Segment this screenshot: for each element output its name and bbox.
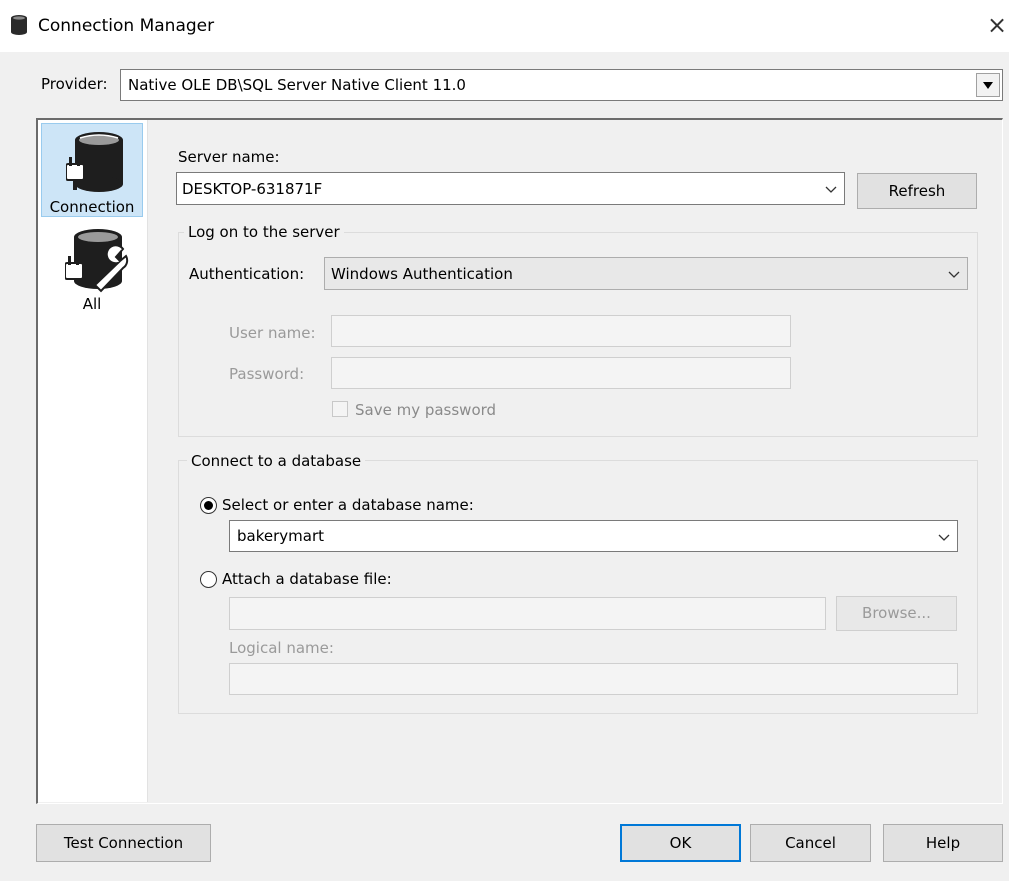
nav-item-connection[interactable]: Connection [41,123,143,217]
help-button[interactable]: Help [883,824,1003,862]
attach-db-file-input[interactable] [229,597,826,630]
password-input[interactable] [331,357,791,389]
close-icon[interactable]: × [984,10,1009,40]
user-name-label: User name: [229,324,316,342]
database-name-value: bakerymart [237,527,324,545]
select-db-radio[interactable] [200,497,217,514]
provider-value: Native OLE DB\SQL Server Native Client 1… [128,76,466,94]
browse-button[interactable]: Browse... [836,596,957,631]
nav-label-all: All [82,295,102,313]
provider-dropdown-button[interactable] [976,73,1000,97]
cancel-button[interactable]: Cancel [750,824,871,862]
database-icon [11,15,27,35]
authentication-dropdown[interactable]: Windows Authentication [324,257,968,290]
chevron-down-icon[interactable] [824,183,838,197]
nav-label-connection: Connection [49,198,135,216]
page-list: Connection All [38,120,148,802]
user-name-input[interactable] [331,315,791,347]
nav-item-all[interactable]: All [41,223,143,317]
save-password-checkbox[interactable] [332,401,348,417]
refresh-button[interactable]: Refresh [857,173,977,209]
logon-group-title: Log on to the server [184,222,344,242]
provider-dropdown[interactable]: Native OLE DB\SQL Server Native Client 1… [120,69,1003,101]
attach-db-radio[interactable] [200,571,217,588]
logical-name-input[interactable] [229,663,958,695]
database-plug-wrench-icon [65,229,129,293]
authentication-label: Authentication: [189,265,305,283]
save-password-label: Save my password [355,401,497,419]
triangle-down-icon [983,82,993,89]
password-label: Password: [229,365,305,383]
select-db-label: Select or enter a database name: [222,496,474,514]
test-connection-button[interactable]: Test Connection [36,824,211,862]
window-title: Connection Manager [38,16,215,36]
radio-selected-dot [204,501,213,510]
provider-label: Provider: [41,75,108,93]
chevron-down-icon [948,271,960,278]
server-name-combobox[interactable]: DESKTOP-631871F [176,172,845,205]
ok-button[interactable]: OK [620,824,741,862]
database-plug-icon [66,132,123,192]
database-name-combobox[interactable]: bakerymart [229,520,958,552]
server-name-label: Server name: [178,148,280,166]
authentication-value: Windows Authentication [331,265,513,283]
database-group-title: Connect to a database [187,451,366,471]
logical-name-label: Logical name: [229,639,334,657]
server-name-value: DESKTOP-631871F [182,180,323,198]
attach-db-label: Attach a database file: [222,570,392,588]
chevron-down-icon[interactable] [937,531,951,545]
